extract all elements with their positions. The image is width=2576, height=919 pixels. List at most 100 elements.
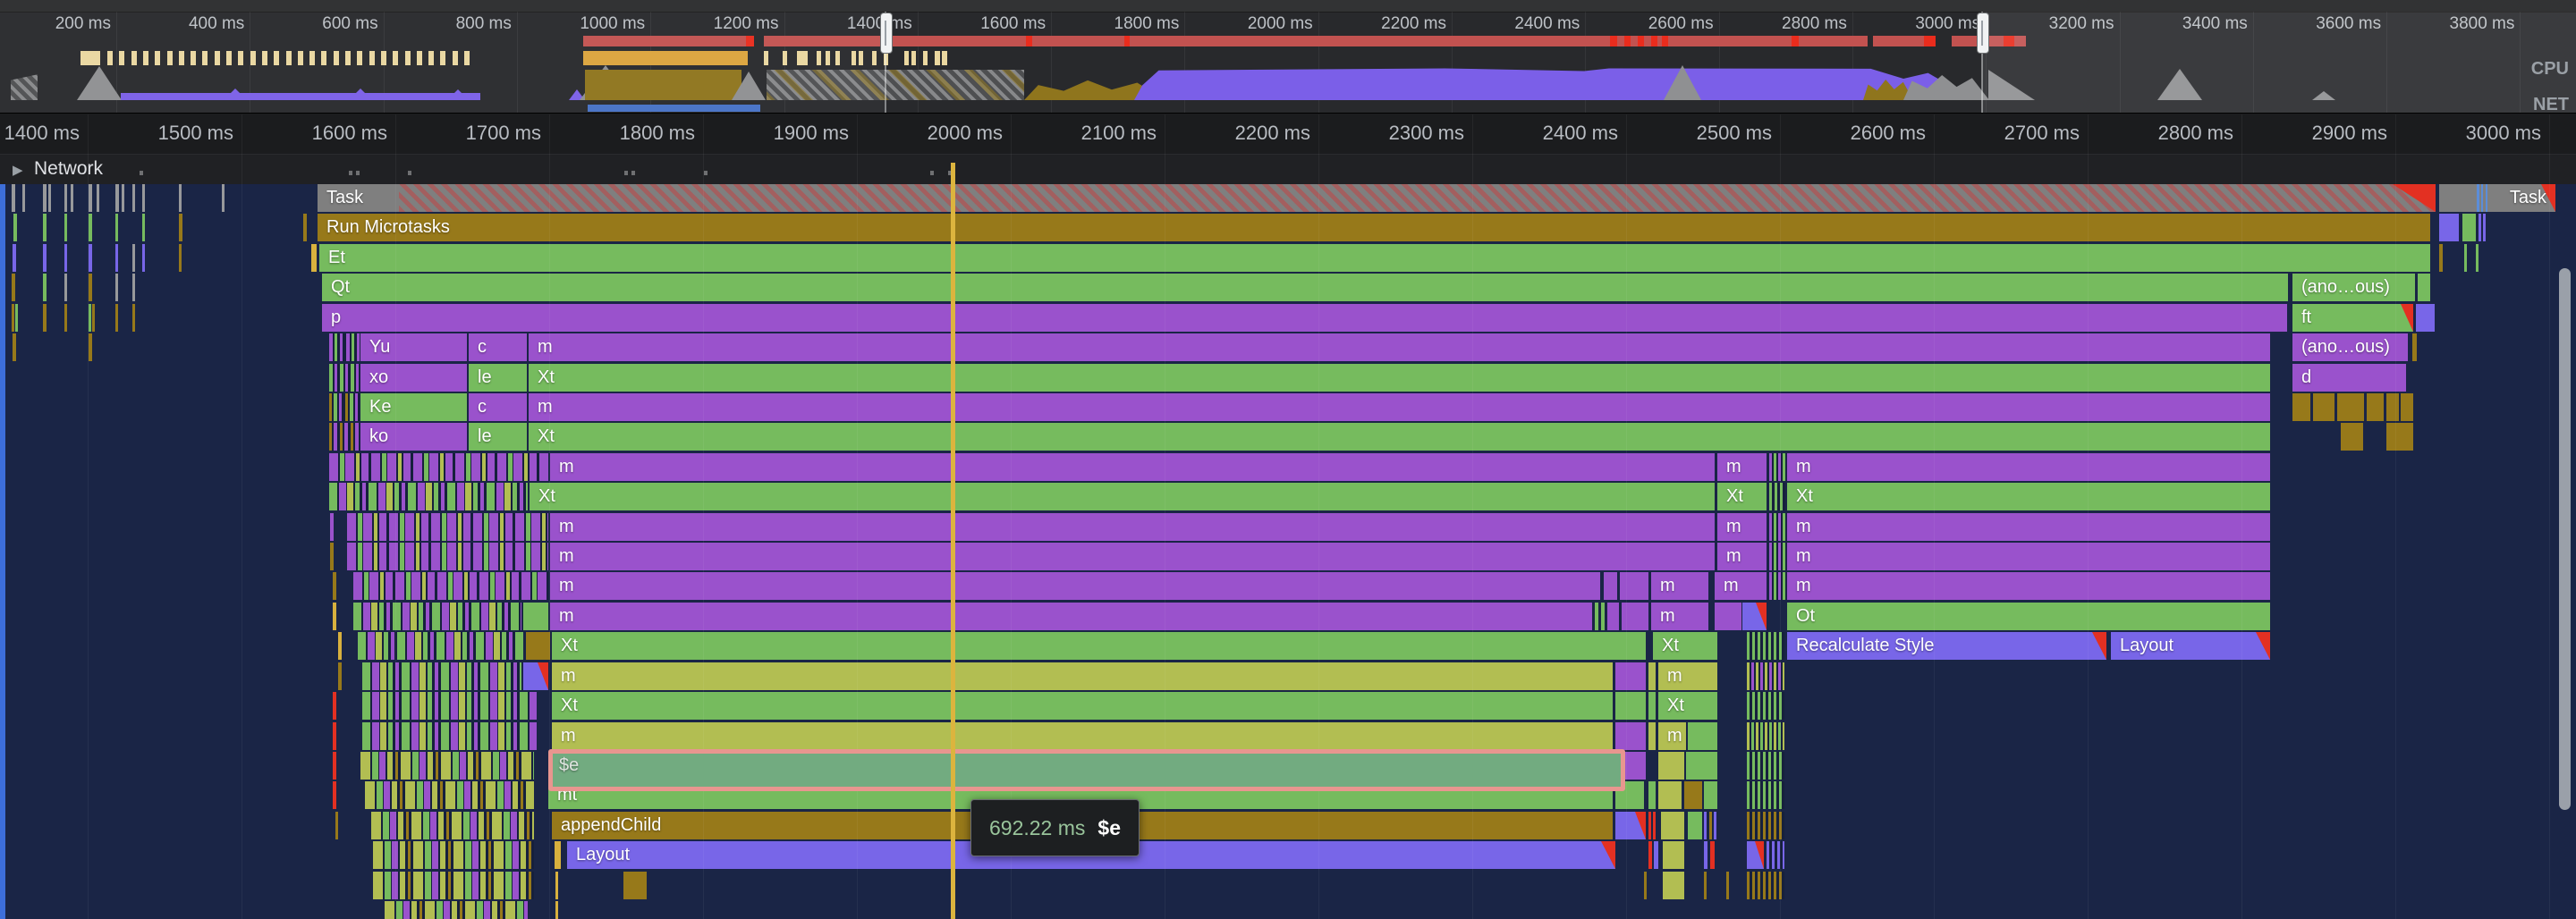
flame-bar-task[interactable]: Task: [318, 184, 2436, 212]
flame-bar[interactable]: [373, 841, 534, 869]
flame-bar-m[interactable]: m: [529, 393, 2270, 421]
flame-bar[interactable]: [1648, 781, 1656, 809]
flame-bar[interactable]: [115, 244, 118, 272]
flame-bar-m[interactable]: m: [1651, 603, 1708, 630]
flame-bar-qt[interactable]: Qt: [322, 274, 2288, 301]
flame-bar[interactable]: [1769, 483, 1785, 510]
flame-bar[interactable]: [1688, 812, 1702, 839]
flame-bar[interactable]: [1742, 603, 1767, 630]
flame-bar[interactable]: [89, 333, 92, 361]
flame-bar-ko[interactable]: ko: [360, 423, 467, 451]
flame-bar[interactable]: [2476, 244, 2479, 272]
flame-bar[interactable]: [142, 214, 145, 241]
flame-bar[interactable]: [338, 662, 342, 690]
flame-bar-m[interactable]: m: [552, 722, 1613, 750]
flame-bar[interactable]: [371, 812, 534, 839]
flame-bar[interactable]: [353, 572, 548, 600]
flame-bar[interactable]: [2439, 214, 2459, 241]
flame-bar-m[interactable]: m: [550, 572, 1600, 600]
flame-bar-d[interactable]: d: [2292, 364, 2406, 392]
flame-bar[interactable]: [362, 722, 537, 750]
flame-bar-m[interactable]: m: [529, 333, 2270, 361]
flame-bar[interactable]: [1663, 872, 1684, 899]
flame-bar-le[interactable]: le: [469, 423, 527, 451]
flame-bar[interactable]: [1615, 722, 1646, 750]
flame-bar[interactable]: [115, 214, 118, 241]
flame-bar-m[interactable]: m: [1787, 453, 2270, 481]
timeline-overview[interactable]: 200 ms400 ms600 ms800 ms1000 ms1200 ms14…: [0, 0, 2576, 113]
flame-bar[interactable]: [523, 603, 548, 630]
flame-bar[interactable]: [1648, 692, 1656, 720]
flame-bar[interactable]: [1714, 812, 1716, 839]
flame-bar-m[interactable]: m: [550, 603, 1592, 630]
flame-bar[interactable]: [97, 184, 99, 212]
flame-bar[interactable]: [89, 274, 92, 301]
flame-bar[interactable]: [179, 214, 182, 241]
flame-bar-m[interactable]: m: [1787, 572, 2270, 600]
flame-bar[interactable]: [43, 214, 47, 241]
flame-bar[interactable]: [1604, 572, 1617, 600]
flame-bar[interactable]: [1747, 752, 1784, 780]
flame-bar[interactable]: [1648, 722, 1656, 750]
flame-bar[interactable]: [1658, 752, 1684, 780]
flame-bar[interactable]: [2479, 214, 2481, 241]
flame-bar[interactable]: [347, 513, 548, 541]
flame-bar[interactable]: [1769, 572, 1785, 600]
flame-bar[interactable]: [1769, 513, 1785, 541]
flame-bar--ano-ous-[interactable]: (ano…ous): [2292, 274, 2415, 301]
flame-bar[interactable]: [89, 184, 92, 212]
flame-bar[interactable]: [2367, 393, 2384, 421]
flame-bar[interactable]: [362, 662, 521, 690]
flame-bar[interactable]: [1648, 841, 1652, 869]
flame-bar[interactable]: [2486, 184, 2487, 212]
flame-bar[interactable]: [333, 692, 336, 720]
flame-bar[interactable]: [358, 632, 523, 660]
flame-bar-xt[interactable]: Xt: [529, 364, 2270, 392]
flame-bar[interactable]: [353, 603, 521, 630]
flame-bar[interactable]: [2412, 333, 2417, 361]
flame-bar-p[interactable]: p: [322, 304, 2287, 332]
flame-bar[interactable]: [2313, 393, 2334, 421]
flame-bar[interactable]: [64, 214, 67, 241]
flame-bar-xt[interactable]: Xt: [530, 483, 1715, 510]
flame-bar[interactable]: [1658, 781, 1682, 809]
flame-bar[interactable]: [1661, 812, 1684, 839]
flame-bar-m[interactable]: m: [552, 662, 1613, 690]
flame-bar[interactable]: [43, 274, 47, 301]
flame-bar[interactable]: [89, 304, 91, 332]
flame-bar[interactable]: [1747, 722, 1784, 750]
flame-bar[interactable]: [179, 184, 182, 212]
flame-bar[interactable]: [523, 662, 548, 690]
network-track-header[interactable]: ▶ Network: [0, 154, 2576, 185]
main-flame-chart[interactable]: TaskTaskRun MicrotasksEtQt(ano…ous)pftYu…: [0, 184, 2576, 919]
flame-bar[interactable]: [132, 304, 135, 332]
flame-bar[interactable]: [2477, 184, 2479, 212]
flame-bar[interactable]: [2337, 393, 2364, 421]
flame-bar[interactable]: [555, 872, 558, 899]
flame-bar-xt[interactable]: Xt: [1787, 483, 2270, 510]
flame-bar-m[interactable]: m: [1717, 513, 1767, 541]
flame-bar[interactable]: [329, 393, 360, 421]
flame-bar[interactable]: [43, 184, 47, 212]
flame-bar[interactable]: [2481, 184, 2483, 212]
flame-bar-m[interactable]: m: [550, 513, 1715, 541]
flame-bar[interactable]: [365, 781, 534, 809]
flame-bar[interactable]: [623, 872, 647, 899]
overview-left-handle-icon[interactable]: [880, 13, 893, 54]
flame-bar[interactable]: [1684, 781, 1702, 809]
flame-bar[interactable]: [1747, 692, 1784, 720]
flame-bar[interactable]: [1710, 841, 1715, 869]
flame-bar[interactable]: [1648, 812, 1651, 839]
flame-bar[interactable]: [1686, 752, 1717, 780]
flame-bar[interactable]: [1704, 812, 1707, 839]
flame-bar[interactable]: [360, 752, 534, 780]
flame-bar-recalculate-style[interactable]: Recalculate Style: [1787, 632, 2106, 660]
flame-bar[interactable]: [329, 364, 360, 392]
flame-bar--e[interactable]: $e: [548, 749, 1625, 791]
flame-bar[interactable]: [329, 453, 548, 481]
flame-bar[interactable]: [22, 184, 25, 212]
flame-bar[interactable]: [1709, 812, 1712, 839]
flame-bar[interactable]: [115, 184, 119, 212]
flame-bar[interactable]: [132, 244, 135, 272]
flame-bar[interactable]: [142, 244, 145, 272]
